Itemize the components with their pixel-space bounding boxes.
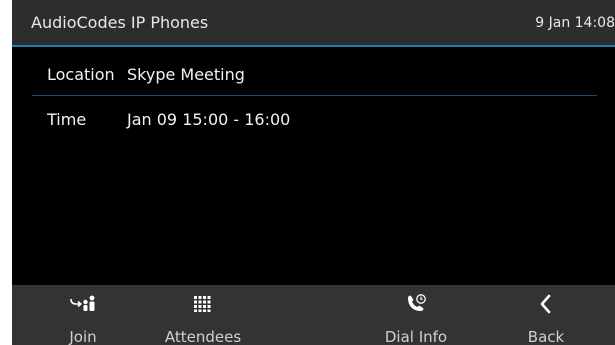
phone-info-icon — [361, 293, 471, 315]
softkey-bar: Join Attendees Dial Info Back — [12, 285, 615, 345]
back-label: Back — [527, 328, 565, 345]
phone-screen: AudioCodes IP Phones 9 Jan 14:08 Locatio… — [12, 0, 615, 345]
time-value: Jan 09 15:00 - 16:00 — [127, 110, 291, 129]
app-title: AudioCodes IP Phones — [31, 13, 209, 32]
row-divider — [32, 95, 597, 96]
clock: 9 Jan 14:08 — [535, 15, 615, 31]
title-bar: AudioCodes IP Phones 9 Jan 14:08 — [12, 0, 615, 47]
back-button[interactable]: Back — [491, 285, 601, 345]
dial-info-label: Dial Info — [384, 328, 448, 345]
attendees-label: Attendees — [164, 328, 242, 345]
attendees-button[interactable]: Attendees — [148, 285, 258, 345]
join-label: Join — [69, 328, 97, 345]
location-label: Location — [47, 65, 115, 84]
keypad-icon — [148, 293, 258, 315]
time-label: Time — [47, 110, 87, 129]
join-icon — [28, 293, 138, 315]
location-value: Skype Meeting — [127, 65, 245, 84]
join-button[interactable]: Join — [28, 285, 138, 345]
chevron-left-icon — [491, 293, 601, 315]
dial-info-button[interactable]: Dial Info — [361, 285, 471, 345]
